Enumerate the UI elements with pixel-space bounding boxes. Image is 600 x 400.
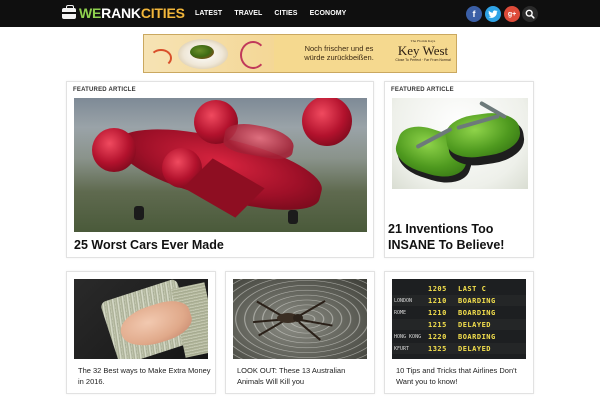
board-row: KFURT 1325 DELAYED	[392, 343, 526, 354]
twitter-icon[interactable]	[485, 6, 501, 22]
featured-article-image[interactable]	[74, 98, 367, 232]
ad-garnish	[190, 45, 214, 59]
board-time: 1210	[428, 296, 447, 305]
ad-slogan: Noch frischer und es würde zurückbeißen.	[304, 44, 374, 62]
board-status: LAST C	[458, 284, 487, 293]
featured-article-card[interactable]: FEATURED ARTICLE 25 Worst Cars Ever Made	[66, 81, 374, 258]
top-navigation-bar: WERANKCITIES LATEST TRAVEL CITIES ECONOM…	[0, 0, 600, 27]
board-row: LONDON 1210 BOARDING	[392, 295, 526, 306]
article-image[interactable]: 1205 LAST C LONDON 1210 BOARDING ROME 12…	[392, 279, 526, 359]
board-city: HONG KONG	[394, 333, 422, 340]
spider-head	[293, 314, 303, 322]
featured-label: FEATURED ARTICLE	[73, 87, 136, 93]
board-time: 1215	[428, 320, 447, 329]
board-status: BOARDING	[458, 308, 496, 317]
nav-economy[interactable]: ECONOMY	[310, 10, 347, 17]
featured-label: FEATURED ARTICLE	[391, 87, 454, 93]
site-logo[interactable]: WERANKCITIES	[62, 5, 185, 22]
logo-rank: RANK	[101, 5, 141, 21]
ad-brand-logo: The Florida Keys Key West Close To Perfe…	[392, 39, 454, 63]
car-wheel	[134, 206, 144, 220]
article-image[interactable]	[233, 279, 367, 359]
article-card[interactable]: 1205 LAST C LONDON 1210 BOARDING ROME 12…	[384, 271, 534, 394]
board-status: BOARDING	[458, 332, 496, 341]
briefcase-icon	[62, 5, 76, 19]
article-title[interactable]: 10 Tips and Tricks that Airlines Don't W…	[396, 365, 530, 387]
logo-we: WE	[79, 5, 102, 21]
board-time: 1325	[428, 344, 447, 353]
main-nav: LATEST TRAVEL CITIES ECONOMY	[195, 0, 358, 27]
board-city: LONDON	[394, 297, 413, 304]
article-title[interactable]: The 32 Best ways to Make Extra Money in …	[78, 365, 212, 387]
car-pod	[302, 98, 352, 146]
board-city: KFURT	[394, 345, 410, 352]
logo-text: WERANKCITIES	[79, 5, 185, 22]
board-time: 1220	[428, 332, 447, 341]
nav-cities[interactable]: CITIES	[274, 10, 297, 17]
board-status: DELAYED	[458, 320, 492, 329]
article-card[interactable]: The 32 Best ways to Make Extra Money in …	[66, 271, 216, 394]
car-wheel	[288, 210, 298, 224]
car-pod	[92, 128, 136, 172]
nav-latest[interactable]: LATEST	[195, 10, 222, 17]
board-status: DELAYED	[458, 344, 492, 353]
ad-brand-tagline: Close To Perfect · Far From Normal	[395, 58, 451, 62]
search-icon[interactable]	[522, 6, 538, 22]
ad-swirl-decoration	[240, 41, 266, 69]
board-time: 1210	[428, 308, 447, 317]
article-card[interactable]: LOOK OUT: These 13 Australian Animals Wi…	[225, 271, 375, 394]
featured-article-title[interactable]: 21 Inventions Too INSANE To Believe!	[388, 221, 533, 253]
featured-article-card[interactable]: FEATURED ARTICLE 21 Inventions Too INSAN…	[384, 81, 534, 258]
board-time: 1205	[428, 284, 447, 293]
nav-travel[interactable]: TRAVEL	[234, 10, 262, 17]
board-row: 1215 DELAYED	[392, 319, 526, 330]
logo-cities: CITIES	[140, 5, 185, 21]
featured-article-title[interactable]: 25 Worst Cars Ever Made	[74, 237, 367, 253]
google-plus-icon[interactable]: g+	[504, 6, 520, 22]
ad-brand-name: Key West	[397, 43, 449, 58]
article-image[interactable]	[74, 279, 208, 359]
board-row: HONG KONG 1220 BOARDING	[392, 331, 526, 342]
featured-article-image[interactable]	[392, 98, 528, 189]
board-row: ROME 1210 BOARDING	[392, 307, 526, 318]
ad-swirl-decoration	[150, 49, 172, 67]
board-row: 1205 LAST C	[392, 283, 526, 294]
ad-food-image	[144, 35, 274, 72]
board-status: BOARDING	[458, 296, 496, 305]
advertisement-banner[interactable]: Noch frischer und es würde zurückbeißen.…	[143, 34, 457, 73]
article-title[interactable]: LOOK OUT: These 13 Australian Animals Wi…	[237, 365, 371, 387]
facebook-icon[interactable]: f	[466, 6, 482, 22]
board-city: ROME	[394, 309, 407, 316]
